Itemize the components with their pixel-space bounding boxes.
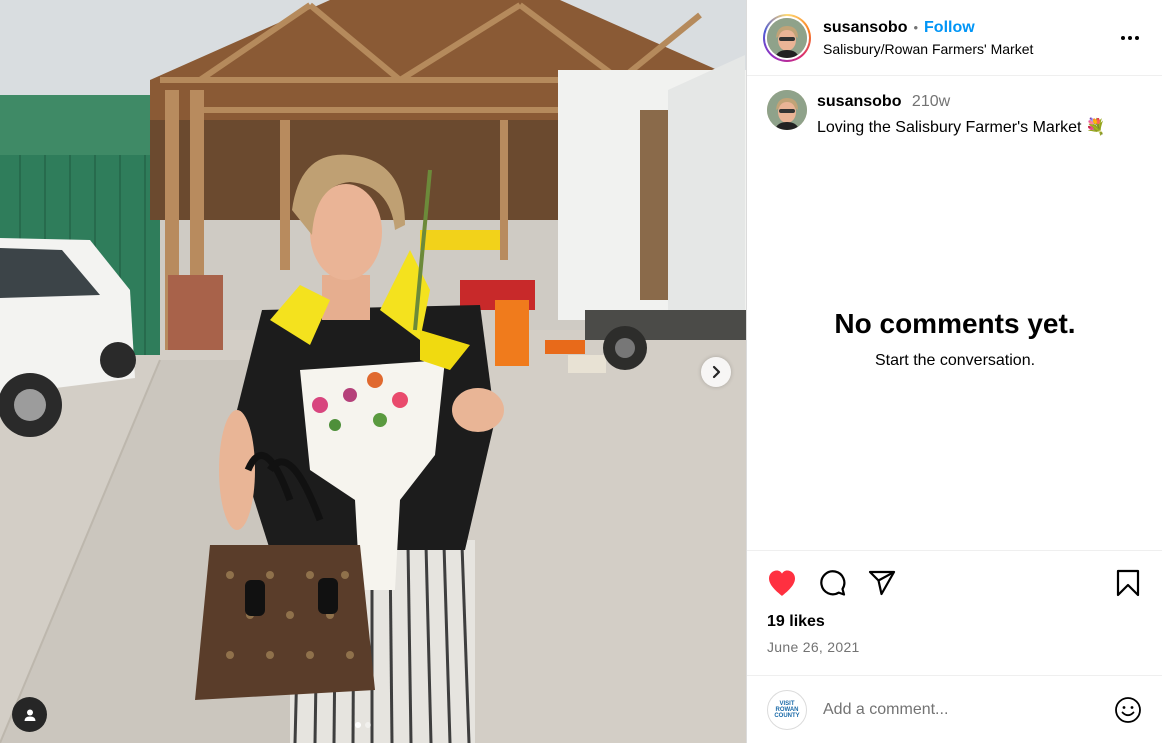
logo-line-2: ROWAN [775,706,799,713]
comment-icon [820,570,846,596]
next-image-button[interactable] [701,357,731,387]
share-button[interactable] [865,566,899,600]
carousel-dot [355,722,361,728]
carousel-dot [365,722,371,728]
farmers-market-photo [0,0,746,743]
caption-text: Loving the Salisbury Farmer's Market 💐 [817,119,1106,136]
emoji-button[interactable] [1113,695,1143,725]
comment-input[interactable] [823,700,1113,719]
heart-filled-icon [769,570,795,596]
likes-count[interactable]: 19 likes [747,599,1162,631]
caption-username[interactable]: susansobo [817,93,901,110]
header-text: susansobo • Follow Salisbury/Rowan Farme… [823,19,1033,57]
paper-plane-icon [868,570,896,596]
location-link[interactable]: Salisbury/Rowan Farmers' Market [823,41,1033,57]
follow-button[interactable]: Follow [924,19,975,37]
engagement-section: 19 likes June 26, 2021 [747,550,1162,655]
comment-button[interactable] [815,566,849,600]
more-horizontal-icon [1121,36,1139,40]
caption-avatar[interactable] [767,90,807,130]
logo-line-3: COUNTY [774,712,800,719]
user-tag-icon [24,709,35,721]
username-link[interactable]: susansobo [823,19,907,37]
account-logo: VISIT ROWAN COUNTY [774,701,799,719]
carousel-indicator [355,722,371,728]
empty-comments-subtitle: Start the conversation. [874,352,1036,369]
post-header: susansobo • Follow Salisbury/Rowan Farme… [747,0,1162,76]
avatar[interactable] [767,17,807,58]
save-button[interactable] [1111,566,1145,600]
comment-composer: VISIT ROWAN COUNTY [747,675,1162,743]
post-photo[interactable] [0,0,746,743]
empty-comments-title: No comments yet. [834,308,1076,339]
tagged-users-button[interactable] [12,697,47,732]
caption-timestamp[interactable]: 210w [912,93,950,110]
action-bar [747,551,1162,599]
separator-dot: • [913,20,919,35]
post-date[interactable]: June 26, 2021 [747,631,1162,655]
chevron-right-icon [712,365,721,379]
current-account-avatar[interactable]: VISIT ROWAN COUNTY [767,689,807,730]
story-ring[interactable] [763,13,811,62]
more-options-button[interactable] [1118,26,1142,50]
like-button[interactable] [765,566,799,600]
empty-comments: No comments yet. Start the conversation. [747,308,1162,370]
caption: susansobo 210w Loving the Salisbury Farm… [747,76,1162,137]
bookmark-icon [1116,569,1140,597]
post-details-panel: susansobo • Follow Salisbury/Rowan Farme… [746,0,1162,743]
smiley-icon [1115,696,1141,723]
